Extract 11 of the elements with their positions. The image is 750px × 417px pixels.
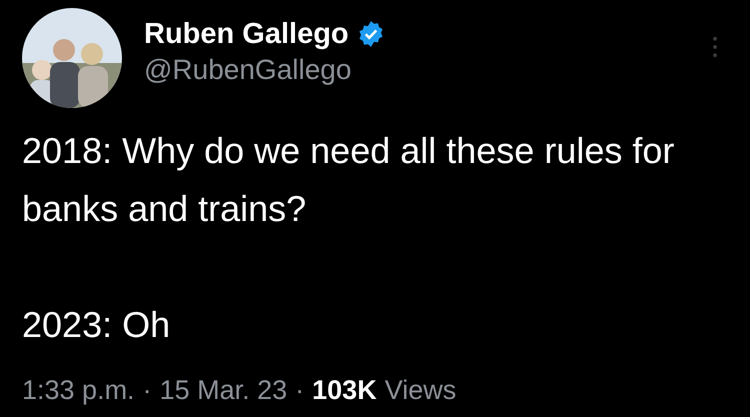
tweet-text: 2018: Why do we need all these rules for banks and trains? [22, 129, 676, 231]
separator-dot: · [142, 374, 152, 407]
author-name[interactable]: Ruben Gallego [144, 16, 349, 52]
meta-text: 1:33 p.m. [22, 374, 135, 407]
more-options-icon[interactable] [712, 36, 718, 58]
separator-dot: · [295, 374, 304, 407]
author-handle[interactable]: @RubenGallego [144, 52, 385, 88]
meta-text: Views [384, 374, 456, 407]
tweet-text: 2023: Oh [22, 303, 172, 347]
view-count: 103K [312, 374, 377, 407]
meta-text: 15 Mar. 23 [160, 374, 288, 407]
